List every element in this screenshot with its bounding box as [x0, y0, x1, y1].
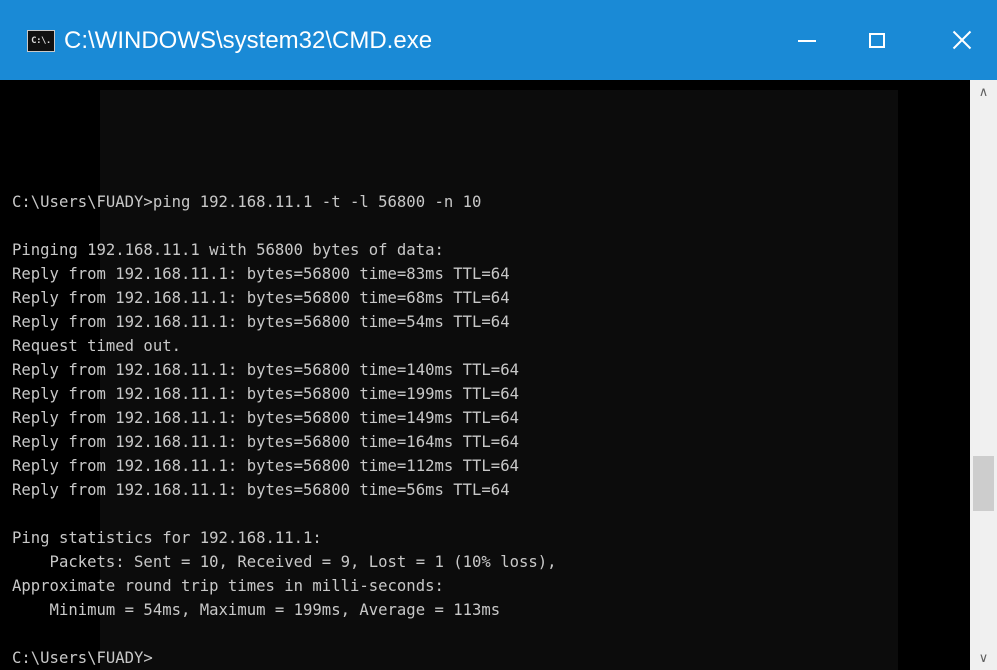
console-line: Reply from 192.168.11.1: bytes=56800 tim… [12, 265, 510, 283]
console-line: Reply from 192.168.11.1: bytes=56800 tim… [12, 409, 519, 427]
console-line: Reply from 192.168.11.1: bytes=56800 tim… [12, 481, 510, 499]
title-bar[interactable]: C:\. C:\WINDOWS\system32\CMD.exe [0, 0, 997, 80]
maximize-icon [869, 32, 885, 48]
console-line: Reply from 192.168.11.1: bytes=56800 tim… [12, 385, 519, 403]
minimize-button[interactable] [772, 0, 842, 80]
console-line: Approximate round trip times in milli-se… [12, 577, 444, 595]
window-title: C:\WINDOWS\system32\CMD.exe [64, 27, 433, 54]
console-line: Packets: Sent = 10, Received = 9, Lost =… [12, 553, 557, 571]
console-prompt[interactable]: C:\Users\FUADY> [12, 646, 557, 670]
vertical-scrollbar[interactable]: ∧ ∨ [970, 80, 997, 670]
scroll-up-button[interactable]: ∧ [970, 80, 997, 104]
console-line: Pinging 192.168.11.1 with 56800 bytes of… [12, 241, 444, 259]
console-line: Request timed out. [12, 337, 181, 355]
console-line: Reply from 192.168.11.1: bytes=56800 tim… [12, 433, 519, 451]
maximize-button[interactable] [842, 0, 912, 80]
console-line: C:\Users\FUADY>ping 192.168.11.1 -t -l 5… [12, 193, 482, 211]
console-line: Reply from 192.168.11.1: bytes=56800 tim… [12, 313, 510, 331]
minimize-icon [798, 40, 816, 42]
chevron-down-icon: ∨ [978, 650, 989, 666]
cmd-icon[interactable]: C:\. [27, 30, 55, 52]
console-line: Reply from 192.168.11.1: bytes=56800 tim… [12, 457, 519, 475]
close-icon [951, 29, 973, 51]
scroll-down-button[interactable]: ∨ [970, 646, 997, 670]
cmd-window: C:\. C:\WINDOWS\system32\CMD.exe C:\User… [0, 0, 997, 670]
console-line: Minimum = 54ms, Maximum = 199ms, Average… [12, 601, 501, 619]
chevron-up-icon: ∧ [978, 84, 989, 100]
console-area[interactable]: C:\Users\FUADY>ping 192.168.11.1 -t -l 5… [0, 80, 970, 670]
console-line: Reply from 192.168.11.1: bytes=56800 tim… [12, 361, 519, 379]
console-line: Ping statistics for 192.168.11.1: [12, 529, 322, 547]
console-output: C:\Users\FUADY>ping 192.168.11.1 -t -l 5… [12, 190, 557, 670]
close-button[interactable] [927, 0, 997, 80]
scroll-thumb[interactable] [973, 456, 994, 511]
cmd-icon-label: C:\. [31, 36, 51, 46]
console-line: Reply from 192.168.11.1: bytes=56800 tim… [12, 289, 510, 307]
